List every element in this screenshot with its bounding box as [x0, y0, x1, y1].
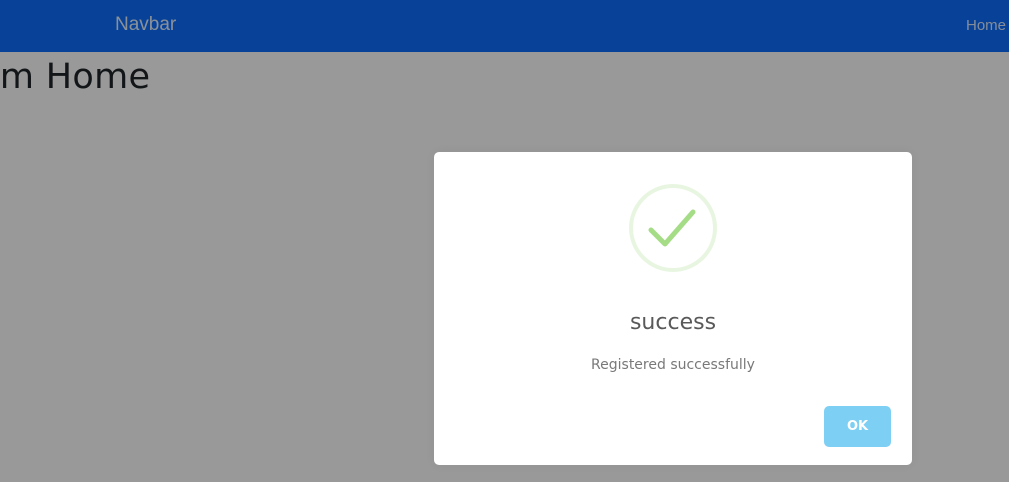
dialog-title: success: [629, 310, 717, 335]
success-check-icon: [629, 184, 717, 272]
dialog-message: Registered successfully: [591, 357, 755, 373]
ok-button[interactable]: OK: [824, 406, 891, 447]
success-dialog: success Registered successfully OK: [434, 152, 912, 465]
